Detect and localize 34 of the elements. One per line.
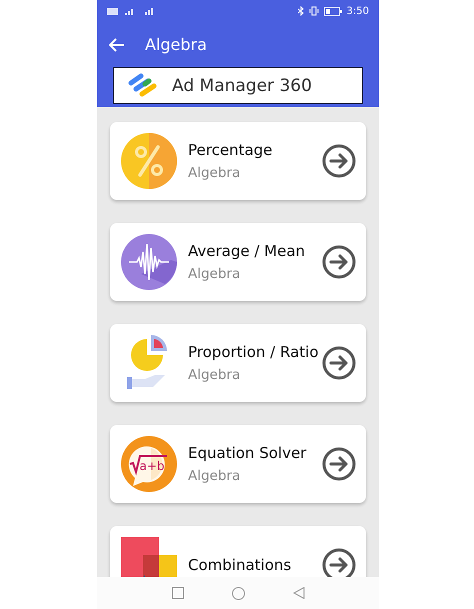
ad-banner[interactable]: Ad Manager 360	[113, 67, 363, 104]
back-arrow-icon[interactable]	[109, 38, 125, 52]
ad-text: Ad Manager 360	[172, 76, 312, 96]
screen-title: Algebra	[145, 35, 207, 54]
list-card[interactable]: Combinations	[110, 526, 366, 577]
list-card[interactable]: Proportion / Ratio Algebra	[110, 324, 366, 402]
sound-wave-icon	[121, 234, 177, 290]
arrow-circle-icon	[322, 144, 356, 178]
recents-icon[interactable]	[172, 587, 184, 599]
list-card[interactable]: Percentage Algebra	[110, 122, 366, 200]
item-title: Combinations	[188, 556, 292, 574]
item-subtitle: Algebra	[188, 468, 242, 484]
status-time: 3:50	[346, 6, 369, 16]
vibrate-icon	[308, 6, 319, 16]
arrow-circle-icon	[322, 245, 356, 279]
item-subtitle: Algebra	[188, 165, 242, 181]
arrow-circle-icon	[322, 346, 356, 380]
logo-icon	[128, 72, 158, 98]
item-subtitle: Algebra	[188, 266, 242, 282]
item-subtitle: Algebra	[188, 367, 242, 383]
battery-icon	[324, 6, 342, 16]
item-title: Percentage	[188, 141, 274, 159]
percent-icon	[121, 133, 177, 189]
speech-bubble-icon	[121, 436, 177, 492]
list-card[interactable]: Average / Mean Algebra	[110, 223, 366, 301]
list-card[interactable]: a+b Equation Solver Algebra	[110, 425, 366, 503]
item-title: Average / Mean	[188, 242, 306, 260]
formula-text: a+b	[139, 459, 165, 473]
item-title: Equation Solver	[188, 444, 308, 462]
back-icon[interactable]	[292, 587, 304, 599]
arrow-circle-icon	[322, 447, 356, 481]
item-title: Proportion / Ratio	[188, 343, 320, 361]
home-icon[interactable]	[232, 586, 244, 600]
bluetooth-icon	[298, 6, 304, 16]
